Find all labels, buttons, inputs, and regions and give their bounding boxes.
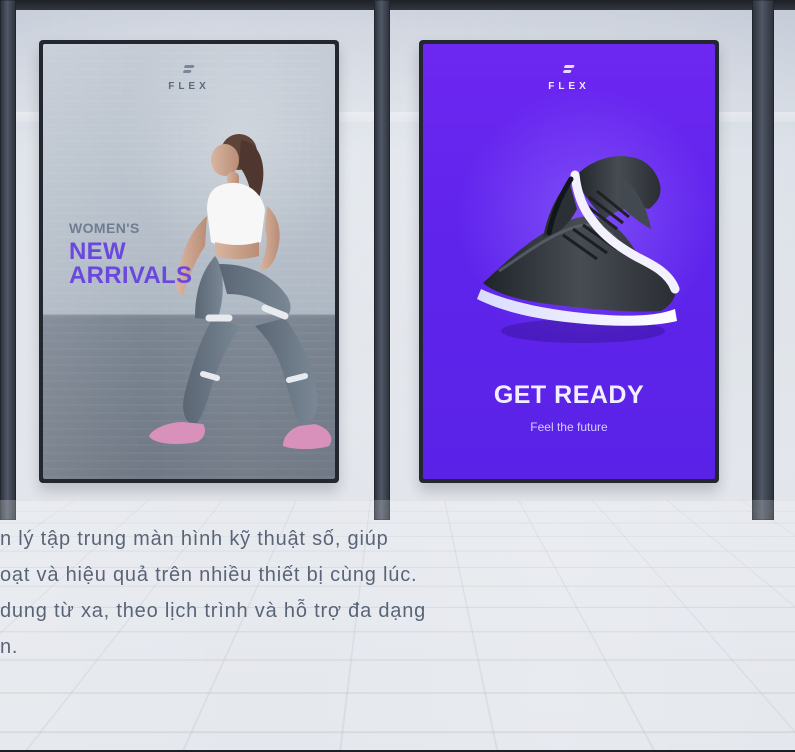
get-ready-heading: GET READY: [493, 381, 645, 409]
overlay-line-1: n lý tập trung màn hình kỹ thuật số, giú…: [0, 528, 389, 550]
womens-label: WOMEN'S: [69, 220, 140, 236]
left-promo-copy: WOMEN'S NEW ARRIVALS: [69, 220, 192, 288]
vietnamese-description-overlay: n lý tập trung màn hình kỹ thuật số, giú…: [0, 521, 720, 665]
right-brand-text: FLEX: [548, 81, 590, 92]
left-column: [0, 0, 16, 520]
arrivals-label: ARRIVALS: [69, 262, 193, 289]
new-label: NEW: [69, 238, 126, 265]
left-brand-lockup: FLEX: [168, 64, 210, 92]
left-brand-text: FLEX: [168, 81, 210, 92]
right-digital-sign: FLEX GET READY Feel the future: [419, 40, 719, 483]
overlay-line-2: oạt và hiệu quả trên nhiều thiết bị cùng…: [0, 564, 418, 586]
scene: FLEX WOMEN'S NEW ARRIVALS FLEX GET READY…: [0, 0, 795, 752]
flex-logo-icon: [562, 64, 576, 78]
right-column: [752, 0, 774, 520]
center-column: [374, 0, 390, 520]
get-ready-panel: FLEX GET READY Feel the future: [423, 44, 715, 479]
sneaker-image: [477, 156, 680, 343]
athlete-image: [149, 134, 332, 449]
flex-logo-icon: [182, 64, 196, 78]
right-promo-copy: GET READY Feel the future: [423, 381, 715, 434]
feel-the-future-text: Feel the future: [530, 420, 608, 434]
top-frame: [0, 0, 795, 10]
overlay-line-3: dung từ xa, theo lịch trình và hỗ trợ đa…: [0, 600, 427, 622]
right-brand-lockup: FLEX: [548, 64, 590, 92]
left-digital-sign: FLEX WOMEN'S NEW ARRIVALS: [39, 40, 339, 483]
overlay-line-4: n.: [0, 636, 19, 658]
womens-new-arrivals-panel: FLEX WOMEN'S NEW ARRIVALS: [43, 44, 335, 479]
